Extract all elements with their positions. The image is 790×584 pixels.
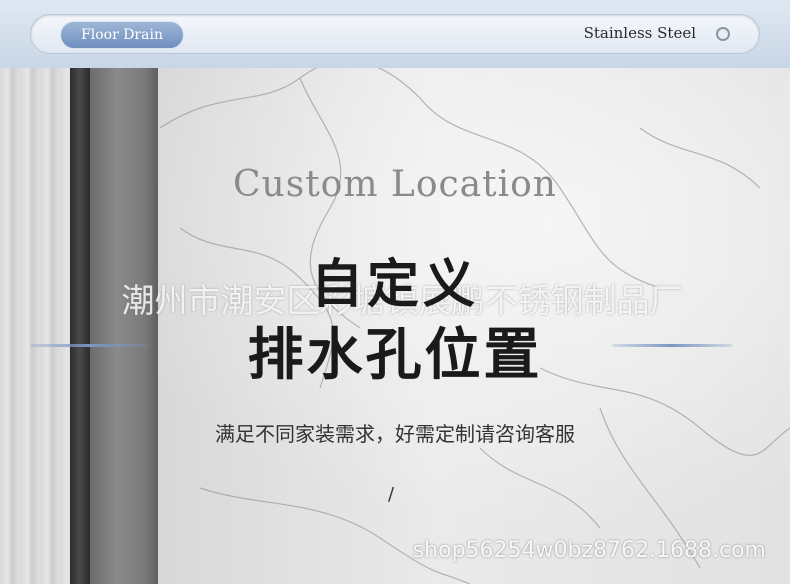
cn-title-line2: 排水孔位置 [247,322,543,388]
brand-label: Stainless Steel [583,24,696,42]
shop-watermark: shop56254w0bz8762.1688.com [412,538,766,563]
ring-icon [716,27,730,41]
header-bar: Floor Drain Stainless Steel [0,0,790,68]
cn-title-line1: 自定义 [310,254,479,315]
slash-mark: / [388,484,395,505]
english-title: Custom Location [233,164,557,205]
floor-drain-tag: Floor Drain [60,21,184,49]
subtitle: 满足不同家装需求，好需定制请咨询客服 [215,422,575,446]
